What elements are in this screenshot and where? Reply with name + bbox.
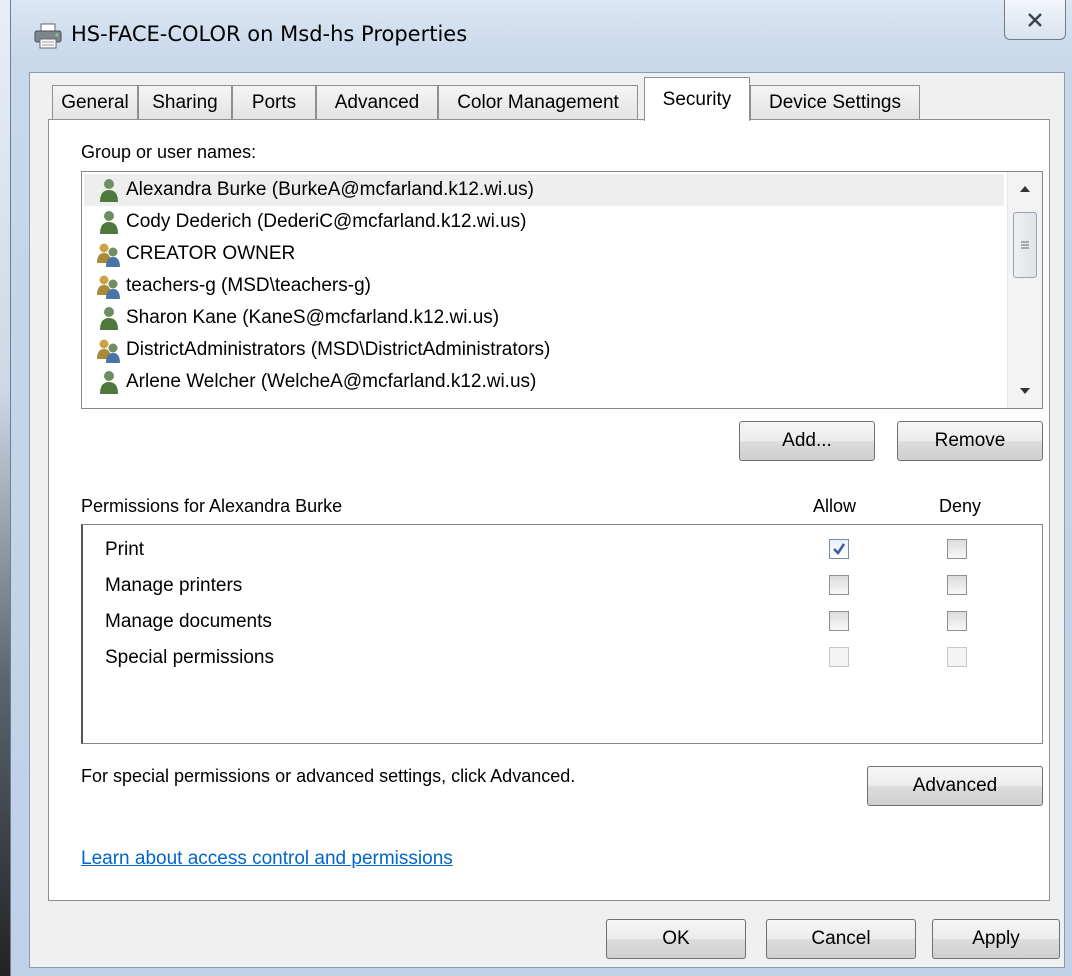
list-item-label: CREATOR OWNER	[126, 243, 296, 264]
tab-general[interactable]: General	[52, 85, 138, 119]
advanced-hint-text: For special permissions or advanced sett…	[81, 766, 576, 786]
user-icon	[100, 371, 118, 394]
permission-name: Special permissions	[105, 647, 274, 668]
dialog-client-area: General Sharing Ports Advanced Color Man…	[29, 72, 1065, 968]
properties-dialog: HS-FACE-COLOR on Msd-hs Properties Gener…	[10, 0, 1072, 976]
scroll-down-button[interactable]	[1008, 374, 1042, 408]
security-tab-panel: Group or user names: Alexandra Burke (Bu…	[48, 119, 1050, 901]
allow-manage-documents-checkbox[interactable]	[829, 611, 849, 631]
allow-column-header: Allow	[813, 496, 857, 516]
list-item-label: Cody Dederich (DederiC@mcfarland.k12.wi.…	[126, 211, 527, 232]
remove-button[interactable]: Remove	[897, 421, 1043, 461]
group-icon	[97, 339, 120, 363]
list-item[interactable]: Cody Dederich (DederiC@mcfarland.k12.wi.…	[84, 206, 1004, 238]
group-icon	[97, 275, 120, 299]
group-list-label: Group or user names:	[81, 142, 257, 162]
tab-security[interactable]: Security	[644, 77, 750, 121]
checkmark-icon	[833, 543, 846, 555]
permission-name: Manage printers	[105, 575, 243, 596]
allow-print-checkbox[interactable]	[829, 539, 849, 559]
list-item[interactable]: CREATOR OWNER	[84, 238, 1004, 270]
list-item-label: Alexandra Burke (BurkeA@mcfarland.k12.wi…	[126, 179, 534, 200]
list-item-label: Arlene Welcher (WelcheA@mcfarland.k12.wi…	[126, 371, 537, 392]
advanced-button[interactable]: Advanced	[867, 766, 1043, 806]
tab-ports[interactable]: Ports	[232, 85, 316, 119]
user-icon	[100, 307, 118, 330]
list-item-label: Sharon Kane (KaneS@mcfarland.k12.wi.us)	[126, 307, 500, 328]
list-item[interactable]: Alexandra Burke (BurkeA@mcfarland.k12.wi…	[84, 174, 1004, 206]
group-user-list[interactable]: Alexandra Burke (BurkeA@mcfarland.k12.wi…	[81, 171, 1043, 409]
tab-advanced[interactable]: Advanced	[316, 85, 438, 119]
list-item[interactable]: Sharon Kane (KaneS@mcfarland.k12.wi.us)	[84, 302, 1004, 334]
close-button[interactable]	[1004, 0, 1066, 40]
user-icon	[100, 211, 118, 234]
permissions-list: Print Manage printers Manage documents S…	[81, 524, 1043, 744]
window-title: HS-FACE-COLOR on Msd-hs Properties	[71, 22, 468, 46]
list-item-label: teachers-g (MSD\teachers-g)	[126, 275, 371, 296]
permission-name: Manage documents	[105, 611, 272, 632]
deny-manage-printers-checkbox[interactable]	[947, 575, 967, 595]
list-item[interactable]: Arlene Welcher (WelcheA@mcfarland.k12.wi…	[84, 366, 1004, 398]
scroll-thumb[interactable]	[1013, 212, 1037, 278]
permission-name: Print	[105, 539, 145, 560]
title-bar[interactable]: HS-FACE-COLOR on Msd-hs Properties	[11, 0, 1072, 72]
tab-device-settings[interactable]: Device Settings	[750, 85, 920, 119]
user-icon	[100, 179, 118, 202]
grip-icon	[1021, 241, 1029, 249]
permissions-label: Permissions for Alexandra Burke	[81, 496, 343, 516]
apply-button[interactable]: Apply	[932, 919, 1060, 959]
deny-column-header: Deny	[939, 496, 982, 516]
list-item[interactable]: teachers-g (MSD\teachers-g)	[84, 270, 1004, 302]
arrow-up-icon	[1020, 186, 1030, 192]
allow-special-permissions-checkbox	[829, 647, 849, 667]
deny-manage-documents-checkbox[interactable]	[947, 611, 967, 631]
allow-manage-printers-checkbox[interactable]	[829, 575, 849, 595]
list-item[interactable]: DistrictAdministrators (MSD\DistrictAdmi…	[84, 334, 1004, 366]
close-icon	[1028, 12, 1042, 27]
deny-special-permissions-checkbox	[947, 647, 967, 667]
add-button[interactable]: Add...	[739, 421, 875, 461]
arrow-down-icon	[1020, 388, 1030, 394]
list-scrollbar[interactable]	[1007, 172, 1042, 408]
help-link[interactable]: Learn about access control and permissio…	[81, 848, 453, 870]
tab-color-management[interactable]: Color Management	[438, 85, 638, 119]
tab-sharing[interactable]: Sharing	[138, 85, 232, 119]
cancel-button[interactable]: Cancel	[766, 919, 916, 959]
printer-icon	[34, 23, 62, 49]
group-icon	[97, 243, 120, 267]
list-item-label: DistrictAdministrators (MSD\DistrictAdmi…	[126, 339, 551, 360]
deny-print-checkbox[interactable]	[947, 539, 967, 559]
ok-button[interactable]: OK	[606, 919, 746, 959]
scroll-up-button[interactable]	[1008, 172, 1042, 206]
